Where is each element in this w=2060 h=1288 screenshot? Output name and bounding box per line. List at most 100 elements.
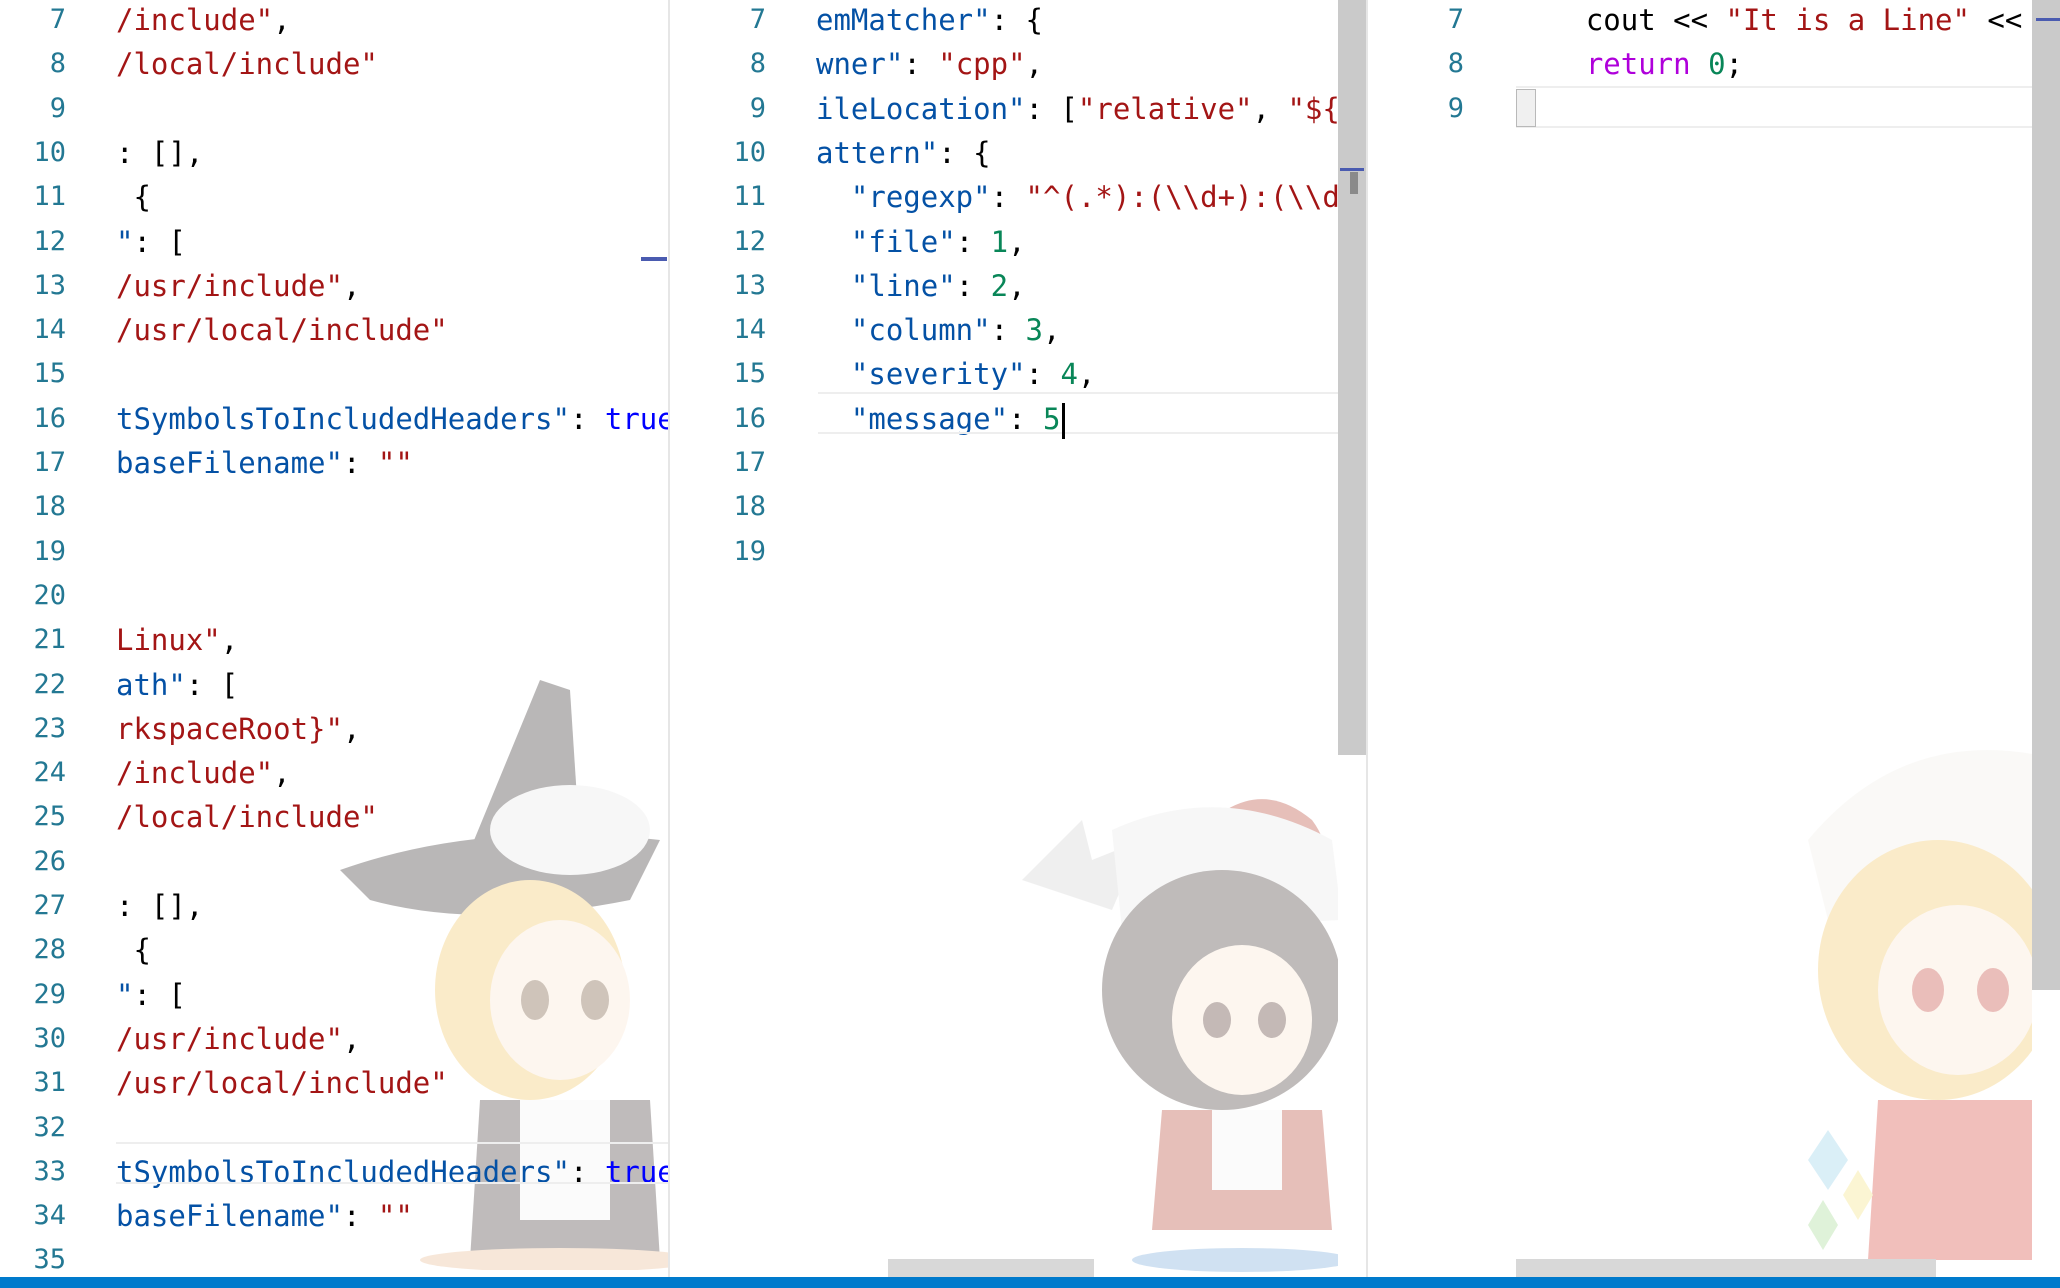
horizontal-scrollbar-thumb[interactable] xyxy=(888,1259,1094,1277)
code-text[interactable]: "file": 1, xyxy=(816,222,1026,266)
code-token: : [], xyxy=(116,889,204,923)
line-number: 25 xyxy=(33,801,66,833)
line-number: 24 xyxy=(33,757,66,789)
line-number: 19 xyxy=(733,535,766,567)
background-character-illustration xyxy=(1808,750,2060,1260)
code-line[interactable]: 15 xyxy=(0,354,668,398)
code-line[interactable]: 34 baseFilename": "" xyxy=(0,1196,668,1240)
code-line[interactable]: 22 ath": [ xyxy=(0,665,668,709)
code-line[interactable]: 14 "column": 3, xyxy=(672,310,1366,354)
code-text[interactable]: /include", xyxy=(116,753,291,797)
code-line[interactable]: 30/usr/include", xyxy=(0,1019,668,1063)
code-line[interactable]: 18 xyxy=(0,487,668,531)
code-line[interactable]: 11 "regexp": "^(.*):(\\d+):(\\d+) xyxy=(672,177,1366,221)
code-text[interactable]: /local/include" xyxy=(116,44,378,88)
code-line[interactable]: 29 ": [ xyxy=(0,975,668,1019)
code-text[interactable]: "column": 3, xyxy=(816,310,1061,354)
code-line[interactable]: 17 xyxy=(672,443,1366,487)
code-text[interactable]: : [], xyxy=(116,886,203,930)
code-token: { xyxy=(116,180,151,215)
code-token: , xyxy=(273,3,291,37)
code-text[interactable]: ": [ xyxy=(116,975,186,1019)
code-token: "^(.*):(\\d+):(\\d+) xyxy=(1025,180,1366,215)
code-line[interactable]: 26 xyxy=(0,842,668,886)
code-line[interactable]: 7 cout << "It is a Line" << e xyxy=(1368,0,2060,44)
code-line[interactable]: 16 tSymbolsToIncludedHeaders": true xyxy=(0,399,668,443)
code-text[interactable]: /usr/local/include" xyxy=(116,1063,448,1107)
code-text[interactable]: /local/include" xyxy=(116,797,378,841)
pane-divider[interactable] xyxy=(668,0,670,1277)
code-line[interactable]: 11 { xyxy=(0,177,668,221)
code-text[interactable]: baseFilename": "" xyxy=(116,443,413,487)
editor-pane-left[interactable]: 7/include", 8/local/include" 9 10: [], 11 {1… xyxy=(0,0,668,1277)
code-text[interactable]: { xyxy=(116,177,151,221)
code-text[interactable]: "regexp": "^(.*):(\\d+):(\\d+) xyxy=(816,177,1366,221)
code-line[interactable]: 35 xyxy=(0,1240,668,1277)
code-line[interactable]: 10: [], xyxy=(0,133,668,177)
line-number: 27 xyxy=(33,890,66,921)
code-line[interactable]: 8 return 0; xyxy=(1368,44,2060,88)
current-line-highlight xyxy=(818,392,1366,434)
vertical-scrollbar-thumb[interactable] xyxy=(2032,0,2060,990)
code-line[interactable]: 31/usr/local/include" xyxy=(0,1063,668,1107)
code-line[interactable]: 10 attern": { xyxy=(672,133,1366,177)
code-text[interactable]: { xyxy=(116,930,150,974)
code-token: /local/include" xyxy=(116,47,378,82)
code-text[interactable]: wner": "cpp", xyxy=(816,44,1043,88)
code-text[interactable]: tSymbolsToIncludedHeaders": true xyxy=(116,399,668,443)
code-line[interactable]: 9 xyxy=(0,89,668,133)
code-text[interactable]: : [], xyxy=(116,133,203,177)
vertical-scrollbar-thumb[interactable] xyxy=(1338,0,1366,755)
code-text[interactable]: /include", xyxy=(116,0,291,44)
editor-pane-right[interactable]: 7 cout << "It is a Line" << e8 return 0;… xyxy=(1368,0,2060,1277)
code-line[interactable]: 13/usr/include", xyxy=(0,266,668,310)
line-number: 14 xyxy=(733,314,766,346)
code-line[interactable]: 13 "line": 2, xyxy=(672,266,1366,310)
code-text[interactable]: cout << "It is a Line" << e xyxy=(1516,0,2057,44)
code-line[interactable]: 21 Linux", xyxy=(0,620,668,664)
code-token: : xyxy=(342,446,378,480)
code-line[interactable]: 7 emMatcher": { xyxy=(672,0,1366,44)
code-text[interactable]: Linux", xyxy=(116,620,238,664)
code-text[interactable]: ath": [ xyxy=(116,665,238,709)
code-line[interactable]: 20 xyxy=(0,576,668,620)
code-line[interactable]: 28 { xyxy=(0,930,668,974)
code-text[interactable]: return 0; xyxy=(1516,44,1743,88)
code-line[interactable]: 25/local/include" xyxy=(0,797,668,841)
code-text[interactable]: /usr/local/include" xyxy=(116,310,448,354)
code-line[interactable]: 8 wner": "cpp", xyxy=(672,44,1366,88)
line-number: 8 xyxy=(1447,48,1464,80)
code-line[interactable]: 17 baseFilename": "" xyxy=(0,443,668,487)
code-line[interactable]: 18 xyxy=(672,487,1366,531)
code-text[interactable]: /usr/include", xyxy=(116,266,360,310)
code-token: wner" xyxy=(816,47,904,82)
code-token: : xyxy=(990,313,1026,348)
code-line[interactable]: 24/include", xyxy=(0,753,668,797)
code-text[interactable]: attern": { xyxy=(816,133,991,177)
code-token: 2 xyxy=(990,268,1009,303)
code-line[interactable]: 12 ": [ xyxy=(0,222,668,266)
code-token: "" xyxy=(377,1199,413,1234)
overview-ruler-mark xyxy=(641,257,667,261)
code-text[interactable]: /usr/include", xyxy=(116,1019,360,1063)
code-token: /include" xyxy=(116,756,274,791)
code-line[interactable]: 23 rkspaceRoot}", xyxy=(0,709,668,753)
code-text[interactable]: "line": 2, xyxy=(816,266,1026,310)
code-line[interactable]: 7/include", xyxy=(0,0,668,44)
editor-pane-middle[interactable]: 7 emMatcher": {8 wner": "cpp", 9 ileLocation… xyxy=(672,0,1366,1277)
code-text[interactable]: emMatcher": { xyxy=(816,0,1043,44)
code-line[interactable]: 9 ileLocation": ["relative", "${wo xyxy=(672,89,1366,133)
code-line[interactable]: 19 xyxy=(0,532,668,576)
horizontal-scrollbar-thumb[interactable] xyxy=(1516,1259,1936,1277)
code-text[interactable]: ileLocation": ["relative", "${wo xyxy=(816,89,1366,133)
code-line[interactable]: 27 : [], xyxy=(0,886,668,930)
code-text[interactable]: baseFilename": "" xyxy=(116,1196,413,1240)
code-text[interactable]: ": [ xyxy=(116,222,186,266)
code-line[interactable]: 19 xyxy=(672,532,1366,576)
code-token: , xyxy=(342,711,361,746)
code-line[interactable]: 8/local/include" xyxy=(0,44,668,88)
code-line[interactable]: 12 "file": 1, xyxy=(672,222,1366,266)
code-line[interactable]: 14/usr/local/include" xyxy=(0,310,668,354)
code-token: : xyxy=(990,180,1026,215)
code-text[interactable]: rkspaceRoot}", xyxy=(116,709,360,753)
